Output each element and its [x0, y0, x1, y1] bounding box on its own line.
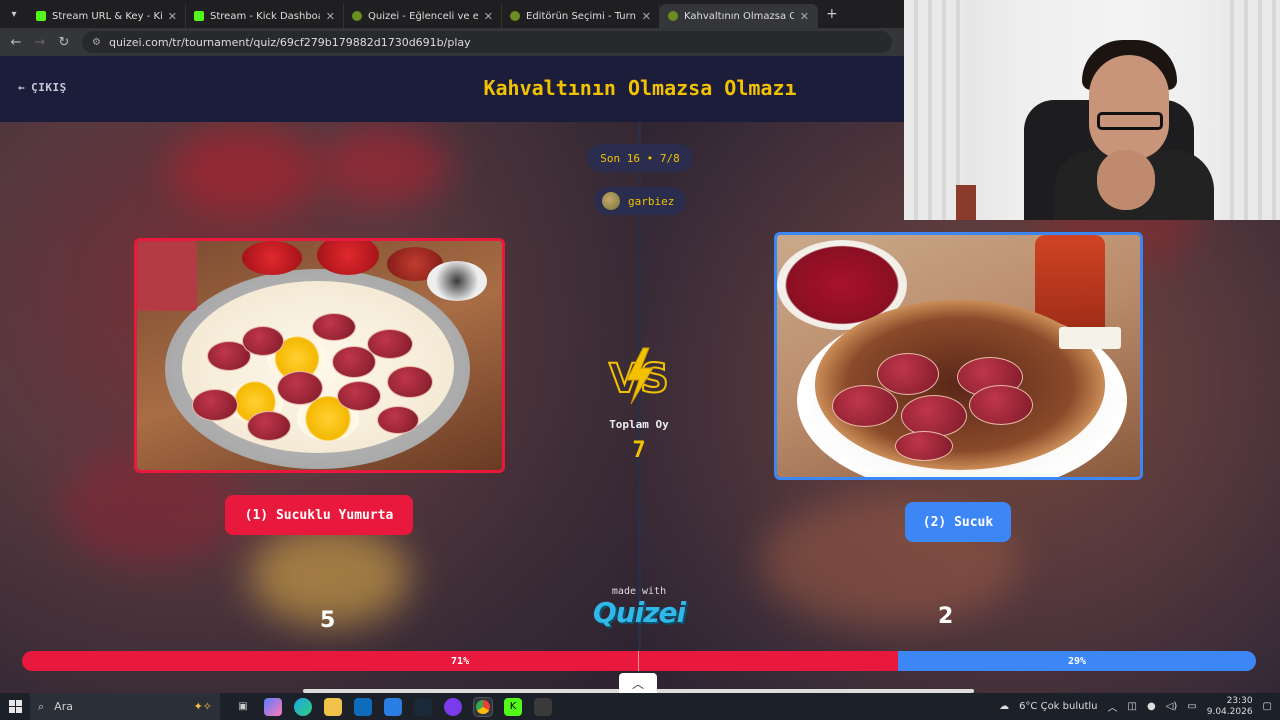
webcam-overlay: [904, 0, 1280, 220]
task-view-icon[interactable]: ▣: [234, 698, 252, 716]
choice-button-right[interactable]: (2) Sucuk: [905, 502, 1011, 542]
sucuklu-yumurta-image: [137, 241, 502, 470]
search-icon: ⌕: [38, 699, 45, 713]
bg-tomato-blur: [320, 126, 450, 206]
round-badge: Son 16 • 7/8: [587, 144, 693, 172]
kick-favicon-icon: [194, 11, 204, 21]
search-placeholder: Ara: [54, 700, 73, 713]
system-tray: ☁ 6°C Çok bulutlu ︿ ◫ ● ◁) ▭ 23:30 9.04.…: [999, 693, 1280, 720]
user-badge: garbiez: [594, 187, 686, 215]
clock-date: 9.04.2026: [1206, 706, 1253, 717]
streamer-hand: [1097, 150, 1155, 210]
chrome-icon[interactable]: [473, 696, 493, 717]
weather-text[interactable]: 6°C Çok bulutlu: [1019, 701, 1097, 712]
store-icon[interactable]: [384, 697, 402, 716]
choice-card-right[interactable]: [774, 232, 1143, 480]
windows-start-icon[interactable]: [0, 700, 30, 713]
reload-icon[interactable]: ↻: [52, 35, 76, 50]
volume-icon[interactable]: ◁): [1166, 701, 1178, 712]
tab-label: Kahvaltının Olmazsa Olmazı - T: [684, 10, 794, 22]
left-vote-share: 71%: [22, 651, 899, 671]
username: garbiez: [628, 194, 675, 208]
left-vote-count: 5: [320, 608, 336, 633]
forward-icon[interactable]: →: [28, 35, 52, 50]
choice-card-left[interactable]: [134, 238, 505, 473]
browser-tab-active[interactable]: Kahvaltının Olmazsa Olmazı - T ✕: [660, 4, 818, 28]
choice-button-left[interactable]: (1) Sucuklu Yumurta: [225, 495, 413, 535]
network-icon[interactable]: ◫: [1128, 701, 1137, 712]
streamer-glasses: [1097, 112, 1163, 130]
close-icon[interactable]: ✕: [642, 10, 651, 23]
quizei-favicon-icon: [668, 11, 678, 21]
tab-search-icon[interactable]: ▾: [0, 0, 28, 28]
outlook-icon[interactable]: [354, 697, 372, 716]
app-icon[interactable]: [444, 697, 462, 716]
kick-app-icon[interactable]: K: [504, 697, 522, 716]
site-info-icon[interactable]: ⚙: [92, 37, 101, 48]
search-highlight-icon: ✦✧: [193, 700, 212, 713]
tab-label: Stream - Kick Dashboard: [210, 10, 320, 22]
background-object: [956, 185, 976, 220]
new-tab-icon[interactable]: +: [826, 6, 838, 22]
copilot-icon[interactable]: [264, 697, 282, 716]
clock[interactable]: 23:30 9.04.2026: [1207, 696, 1253, 718]
url-text: quizei.com/tr/tournament/quiz/69cf279b17…: [108, 35, 471, 49]
clock-time: 23:30: [1226, 695, 1253, 706]
edge-icon[interactable]: [294, 697, 312, 716]
right-vote-count: 2: [938, 604, 954, 629]
close-icon[interactable]: ✕: [800, 10, 809, 23]
battery-icon[interactable]: ▭: [1187, 701, 1196, 712]
curtain-left: [904, 0, 964, 220]
quizei-favicon-icon: [352, 11, 362, 21]
notifications-icon[interactable]: ▢: [1263, 701, 1272, 712]
tab-label: Stream URL & Key - Kick Dashb: [52, 10, 162, 22]
browser-tab[interactable]: Stream URL & Key - Kick Dashb ✕: [28, 4, 186, 28]
weather-icon[interactable]: ☁: [999, 701, 1009, 712]
close-icon[interactable]: ✕: [484, 10, 493, 23]
bg-tomato-blur: [170, 126, 320, 216]
avatar: [602, 192, 620, 210]
pinned-apps: ▣ K: [234, 696, 552, 717]
url-field[interactable]: ⚙ quizei.com/tr/tournament/quiz/69cf279b…: [82, 31, 892, 53]
total-votes-label: Toplam Oy: [609, 418, 669, 431]
close-icon[interactable]: ✕: [326, 10, 335, 23]
versus-lightning-icon: VS: [608, 347, 670, 405]
vote-progress-bar: 71% 29%: [22, 651, 1256, 671]
chevron-up-icon[interactable]: ︿: [619, 673, 657, 693]
total-votes-value: 7: [632, 438, 646, 463]
windows-taskbar: ⌕ Ara ✦✧ ▣ K ☁ 6°C Çok bulutlu ︿ ◫ ● ◁) …: [0, 693, 1280, 720]
obs-icon[interactable]: [534, 697, 552, 716]
right-vote-share: 29%: [898, 651, 1256, 671]
browser-tab[interactable]: Quizei - Eğlenceli ve etkileşiml ✕: [344, 4, 502, 28]
progress-center-marker: [638, 651, 639, 671]
browser-tab[interactable]: Editörün Seçimi - Turnuva - Qu ✕: [502, 4, 660, 28]
quizei-favicon-icon: [510, 11, 520, 21]
back-icon[interactable]: ←: [4, 35, 28, 50]
quizei-logo[interactable]: Quizei: [580, 596, 698, 629]
sucuk-image: [777, 235, 1140, 477]
tab-label: Quizei - Eğlenceli ve etkileşiml: [368, 10, 478, 22]
tray-expand-icon[interactable]: ︿: [1108, 699, 1118, 714]
steam-icon[interactable]: [414, 697, 432, 716]
close-icon[interactable]: ✕: [168, 10, 177, 23]
browser-tab[interactable]: Stream - Kick Dashboard ✕: [186, 4, 344, 28]
file-explorer-icon[interactable]: [324, 697, 342, 716]
curtain-right: [1220, 0, 1280, 220]
tab-label: Editörün Seçimi - Turnuva - Qu: [526, 10, 636, 22]
mic-icon[interactable]: ●: [1147, 701, 1156, 712]
kick-favicon-icon: [36, 11, 46, 21]
taskbar-search[interactable]: ⌕ Ara ✦✧: [30, 693, 220, 720]
streamer-face: [1089, 55, 1169, 160]
